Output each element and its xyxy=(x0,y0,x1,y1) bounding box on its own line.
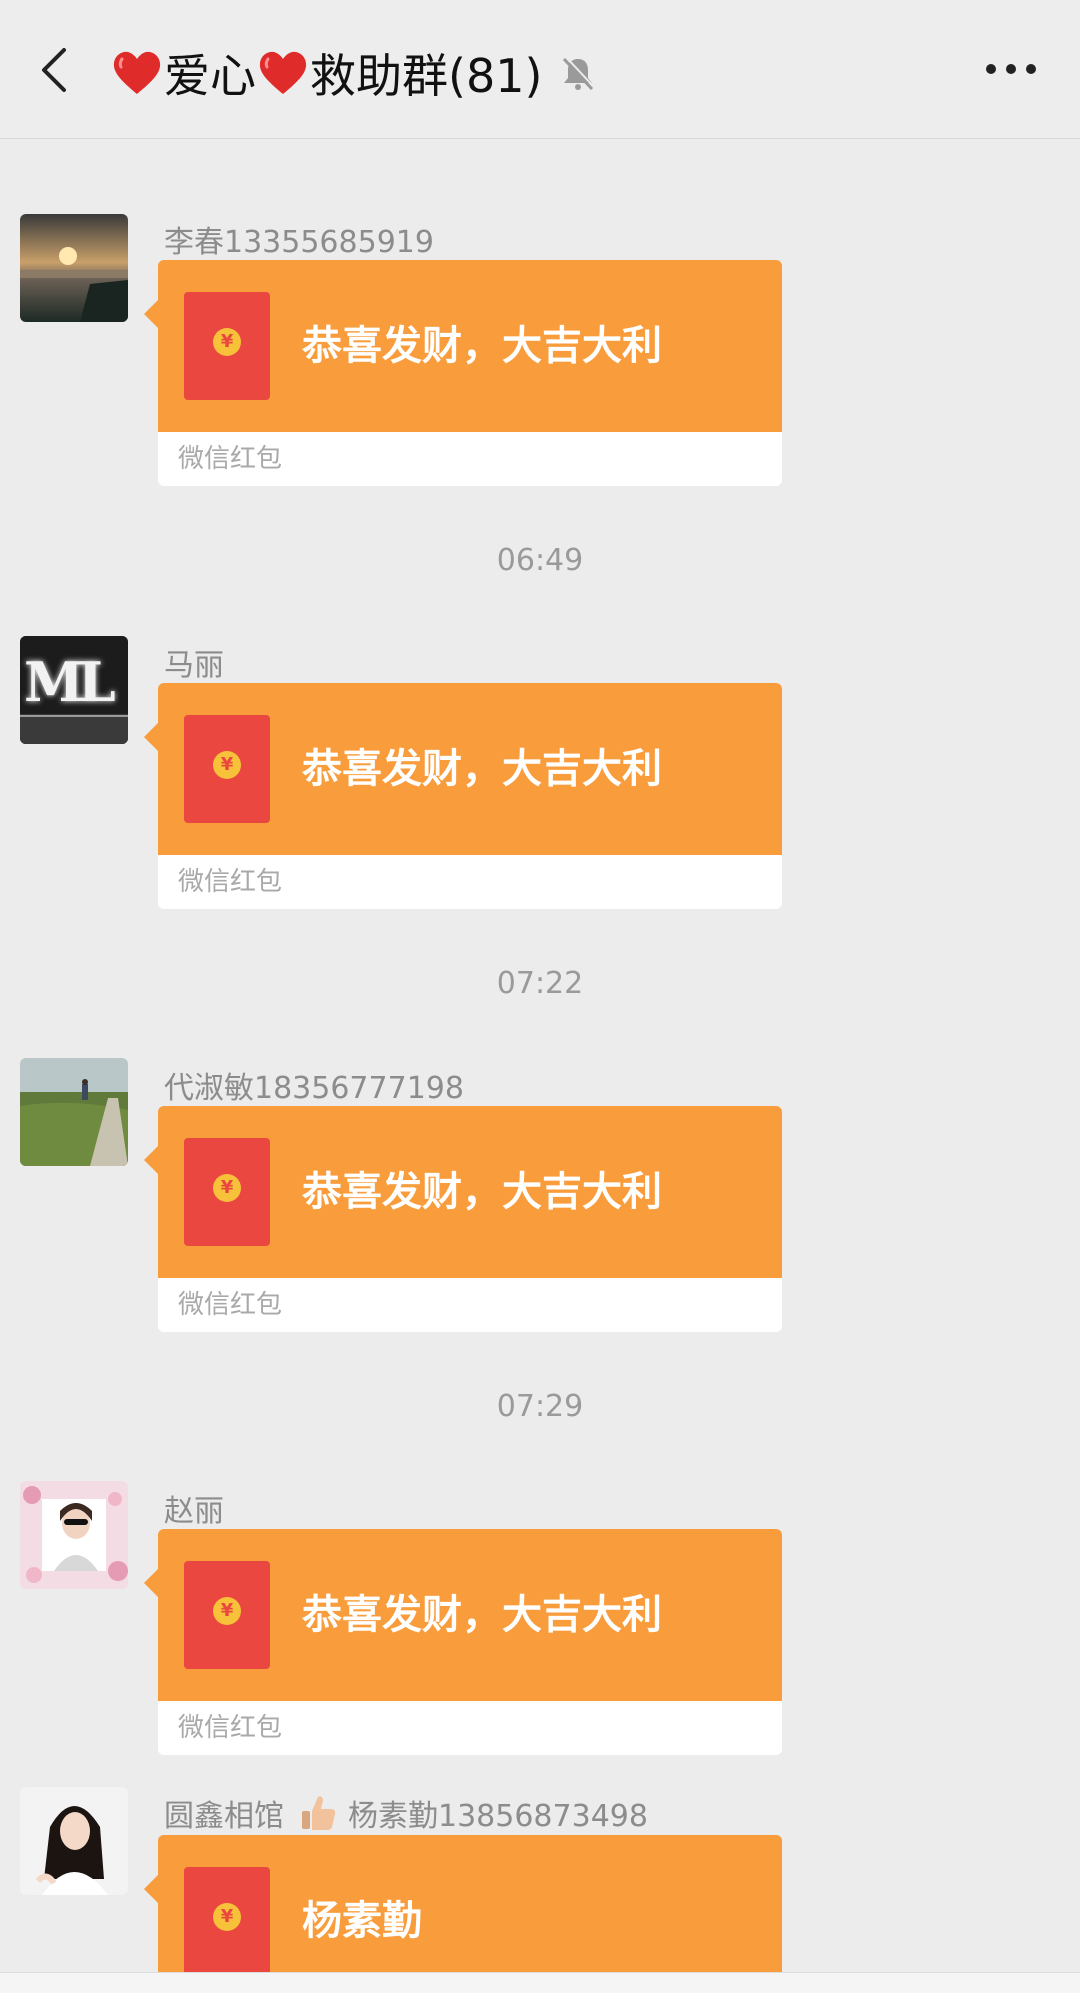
red-packet-greeting: 杨素勤 xyxy=(302,1898,422,1944)
chat-header: 爱心 救助群(81) xyxy=(0,0,1080,139)
red-packet-body: ¥ 杨素勤 xyxy=(144,1835,782,1993)
sender-name: 李春13355685919 xyxy=(164,225,434,260)
bottom-input-bar[interactable] xyxy=(0,1972,1080,1993)
avatar[interactable] xyxy=(20,1481,128,1589)
mute-bell-icon xyxy=(563,56,596,91)
bubble-tail xyxy=(144,1146,158,1174)
woman-portrait-avatar-image xyxy=(20,1787,128,1895)
sunset-avatar-image xyxy=(20,214,128,322)
red-packet-body: ¥ 恭喜发财，大吉大利 xyxy=(144,683,782,855)
back-arrow-icon xyxy=(42,48,66,92)
red-packet-card[interactable]: ¥ 杨素勤 xyxy=(144,1835,782,1993)
sender-name-part1: 圆鑫相馆 xyxy=(164,1799,284,1834)
timestamp: 07:22 xyxy=(496,966,584,1001)
red-packet-label: 微信红包 xyxy=(178,444,283,474)
avatar[interactable] xyxy=(20,1058,128,1166)
bubble-tail xyxy=(144,723,158,751)
heart-icon xyxy=(113,51,161,94)
red-envelope-icon: ¥ xyxy=(184,1138,270,1246)
yuan-coin-icon: ¥ xyxy=(213,1597,241,1625)
red-packet-greeting: 恭喜发财，大吉大利 xyxy=(302,1592,662,1638)
red-packet-body: ¥ 恭喜发财，大吉大利 xyxy=(144,260,782,432)
heart-icon xyxy=(259,51,307,94)
field-path-avatar-image xyxy=(20,1058,128,1166)
yuan-coin-icon: ¥ xyxy=(213,1903,241,1931)
bubble-tail xyxy=(144,1569,158,1597)
more-options-button[interactable] xyxy=(976,44,1046,94)
red-packet-card[interactable]: ¥ 恭喜发财，大吉大利 微信红包 xyxy=(144,1529,782,1755)
sender-name: 赵丽 xyxy=(164,1494,224,1529)
yuan-coin-icon: ¥ xyxy=(213,751,241,779)
red-packet-card[interactable]: ¥ 恭喜发财，大吉大利 微信红包 xyxy=(144,1106,782,1332)
red-envelope-icon: ¥ xyxy=(184,1561,270,1669)
floral-portrait-avatar-image xyxy=(20,1481,128,1589)
chat-title-part1: 爱心 xyxy=(164,49,256,103)
chat-title: 爱心 救助群(81) xyxy=(110,38,598,108)
thumbs-up-icon xyxy=(302,1796,336,1830)
red-envelope-icon: ¥ xyxy=(184,715,270,823)
red-packet-greeting: 恭喜发财，大吉大利 xyxy=(302,746,662,792)
timestamp: 07:29 xyxy=(496,1389,584,1424)
red-packet-body: ¥ 恭喜发财，大吉大利 xyxy=(144,1106,782,1278)
chat-screen: 爱心 救助群(81) 06:13 xyxy=(0,0,1080,1993)
red-packet-greeting: 恭喜发财，大吉大利 xyxy=(302,1169,662,1215)
yuan-coin-icon: ¥ xyxy=(213,1174,241,1202)
red-packet-label: 微信红包 xyxy=(178,1713,283,1743)
bubble-tail xyxy=(144,300,158,328)
red-packet-label: 微信红包 xyxy=(178,1290,283,1320)
sender-name-part2: 杨素勤13856873498 xyxy=(348,1799,648,1834)
chat-title-part2: 救助群(81) xyxy=(310,49,543,103)
timestamp: 06:49 xyxy=(496,543,584,578)
more-dots-icon xyxy=(986,64,1036,74)
yuan-coin-icon: ¥ xyxy=(213,328,241,356)
red-packet-body: ¥ 恭喜发财，大吉大利 xyxy=(144,1529,782,1701)
red-packet-card[interactable]: ¥ 恭喜发财，大吉大利 微信红包 xyxy=(144,683,782,909)
red-envelope-icon: ¥ xyxy=(184,1867,270,1975)
avatar[interactable] xyxy=(20,1787,128,1895)
sender-name-line: 圆鑫相馆 杨素勤13856873498 xyxy=(164,1791,648,1835)
bubble-tail xyxy=(144,1875,158,1903)
sender-name: 马丽 xyxy=(164,648,224,683)
red-envelope-icon: ¥ xyxy=(184,292,270,400)
avatar[interactable] xyxy=(20,214,128,322)
sender-name: 代淑敏18356777198 xyxy=(164,1071,464,1106)
avatar-ml-text: ML xyxy=(24,650,116,714)
red-packet-greeting: 恭喜发财，大吉大利 xyxy=(302,323,662,369)
back-button[interactable] xyxy=(28,42,84,98)
red-packet-card[interactable]: ¥ 恭喜发财，大吉大利 微信红包 xyxy=(144,260,782,486)
red-packet-label: 微信红包 xyxy=(178,867,283,897)
